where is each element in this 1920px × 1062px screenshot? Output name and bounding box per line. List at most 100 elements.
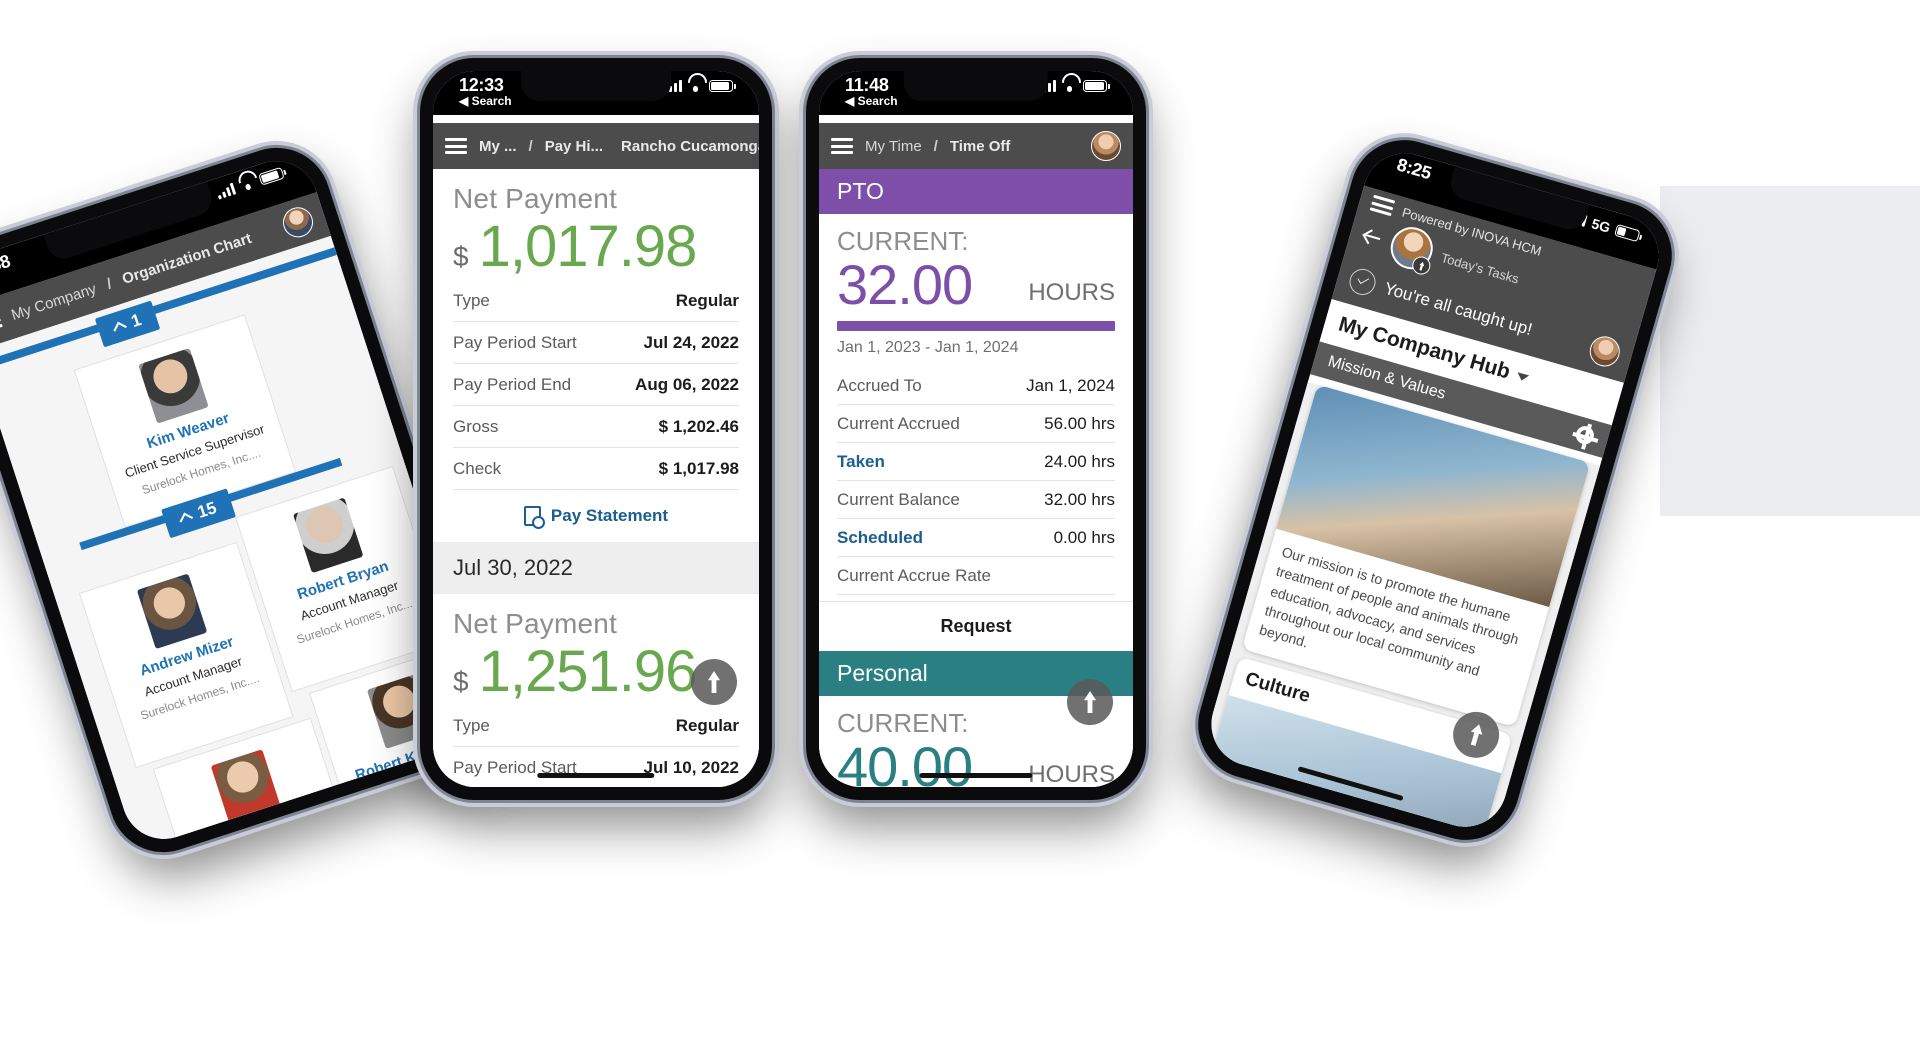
table-row: Gross $ 1,202.46 — [453, 406, 739, 448]
row-label-scheduled[interactable]: Scheduled — [837, 528, 923, 548]
table-row: Type Regular — [453, 705, 739, 747]
app-bar: My Time / Time Off — [819, 123, 1133, 169]
status-time: 4:58 — [0, 250, 13, 281]
breadcrumb-time-off[interactable]: Time Off — [950, 138, 1011, 155]
signal-icon — [215, 182, 237, 200]
request-button[interactable]: Request — [819, 601, 1133, 651]
status-right — [214, 163, 285, 200]
breadcrumb-pay-history[interactable]: Pay Hi... — [545, 138, 603, 155]
row-value: 32.00 hrs — [1044, 490, 1115, 509]
current-label: CURRENT: — [837, 226, 969, 256]
current-units: HOURS — [1028, 279, 1115, 306]
chevron-down-icon[interactable] — [1516, 371, 1530, 382]
app-bar: My ... / Pay Hi... Rancho Cucamonga — [433, 123, 759, 169]
scroll-to-top-button[interactable] — [1067, 679, 1113, 725]
table-row: Current Balance 32.00 hrs — [837, 481, 1115, 519]
chevron-up-icon — [113, 321, 127, 336]
gear-icon[interactable] — [1573, 424, 1597, 447]
status-left: 12:33 ◀ Search — [459, 76, 512, 107]
status-left: 8:25 — [1395, 154, 1434, 183]
org-chart-canvas[interactable]: 1 Kim Weaver Client Service Supervisor S… — [0, 235, 493, 850]
current-value: 40.00 — [837, 735, 973, 788]
row-label: Check — [453, 459, 502, 478]
employee-name[interactable]: Debra Neilson — [210, 809, 311, 850]
payment-card: Net Payment $ 1,017.98 Type Regular Pay … — [433, 169, 759, 489]
row-value: Aug 06, 2022 — [635, 375, 739, 394]
employee-photo — [210, 749, 282, 825]
chevron-up-icon — [179, 512, 194, 527]
employee-photo — [292, 497, 364, 574]
avatar[interactable] — [279, 203, 317, 242]
scroll-to-top-button[interactable] — [691, 659, 737, 705]
row-value: Regular — [675, 291, 739, 310]
row-label: Pay Period End — [453, 375, 572, 394]
battery-icon — [709, 80, 736, 92]
home-indicator — [919, 773, 1033, 778]
menu-icon[interactable] — [831, 138, 853, 154]
notch — [903, 71, 1049, 101]
row-label: Type — [453, 291, 490, 310]
phone-pay-history: 12:33 ◀ Search My ... / Pay Hi... Rancho… — [420, 58, 772, 800]
employee-photo — [138, 347, 209, 424]
row-label-taken[interactable]: Taken — [837, 452, 885, 472]
table-row: Check $ 1,017.98 — [453, 448, 739, 489]
status-back-to-search[interactable]: ◀ Search — [845, 95, 898, 108]
table-row[interactable]: Taken 24.00 hrs — [837, 443, 1115, 481]
row-value: Jan 1, 2024 — [1026, 376, 1115, 395]
menu-icon[interactable] — [445, 138, 467, 154]
hub-scroll-body[interactable]: Our mission is to promote the humane tre… — [1201, 381, 1601, 837]
battery-icon — [1614, 223, 1641, 243]
row-value: 24.00 hrs — [1044, 452, 1115, 471]
avatar-secondary[interactable] — [1586, 332, 1624, 370]
status-time: 12:33 — [459, 75, 504, 95]
menu-icon[interactable] — [0, 311, 3, 334]
table-row: Current Accrued 56.00 hrs — [837, 405, 1115, 443]
spacer — [433, 115, 759, 123]
phone-time-off: 11:48 ◀ Search My Time / Time Off PTO CU… — [806, 58, 1146, 800]
upload-photo-icon[interactable] — [1410, 254, 1433, 277]
wifi-icon — [238, 176, 256, 192]
row-label: Pay Period Start — [453, 333, 577, 352]
network-type: 5G — [1589, 215, 1613, 236]
row-label: Gross — [453, 417, 499, 436]
net-payment-value: 1,251.96 — [478, 639, 698, 704]
wifi-icon — [1062, 80, 1077, 92]
row-value: $ 1,017.98 — [658, 459, 739, 478]
table-row: Pay Period End Aug 06, 2022 — [453, 364, 739, 406]
pay-history-screen: 12:33 ◀ Search My ... / Pay Hi... Rancho… — [433, 71, 759, 787]
location-selector-label[interactable]: Rancho Cucamonga — [621, 138, 759, 155]
row-value: Jul 10, 2022 — [643, 758, 739, 777]
accrual-period: Jan 1, 2023 - Jan 1, 2024 — [837, 339, 1019, 356]
status-right — [664, 76, 736, 92]
pay-statement-wrap: Pay Statement — [433, 489, 759, 542]
row-value: $ 1,202.46 — [658, 417, 739, 436]
status-back-to-search[interactable]: ◀ Search — [459, 95, 512, 108]
avatar[interactable] — [1385, 222, 1438, 277]
pay-statement-label: Pay Statement — [550, 506, 669, 525]
todays-tasks-label[interactable]: Today's Tasks — [1439, 250, 1520, 287]
employee-title: Account Manager — [216, 830, 318, 850]
row-value: 0.00 hrs — [1053, 528, 1115, 547]
mockup-stage: 4:58 My Company / Organization Chart 1 K… — [0, 0, 1920, 1062]
table-row[interactable]: Scheduled 0.00 hrs — [837, 519, 1115, 557]
breadcrumb-my[interactable]: My ... — [479, 138, 517, 155]
row-label: Type — [453, 716, 490, 735]
current-units: HOURS — [1028, 761, 1115, 787]
table-row: Pay Period Start Jul 24, 2022 — [453, 322, 739, 364]
breadcrumb-my-time[interactable]: My Time — [865, 138, 922, 155]
battery-icon — [1083, 80, 1110, 92]
payment-date-header: Jul 30, 2022 — [433, 542, 759, 594]
breadcrumb-separator: / — [933, 137, 938, 155]
net-payment-label: Net Payment — [453, 608, 618, 639]
avatar[interactable] — [1091, 131, 1121, 161]
table-row: Type Regular — [453, 280, 739, 322]
current-row: 40.00 HOURS — [819, 735, 1133, 788]
pay-statement-link[interactable]: Pay Statement — [453, 489, 739, 542]
home-indicator — [537, 773, 655, 778]
back-arrow-icon[interactable] — [1360, 225, 1385, 250]
net-payment-value: 1,017.98 — [478, 214, 698, 279]
check-circle-icon — [1346, 265, 1379, 299]
currency-symbol: $ — [453, 241, 469, 272]
backdrop-shape — [1660, 186, 1920, 516]
table-row: Pay Period Start Jul 10, 2022 — [453, 747, 739, 787]
